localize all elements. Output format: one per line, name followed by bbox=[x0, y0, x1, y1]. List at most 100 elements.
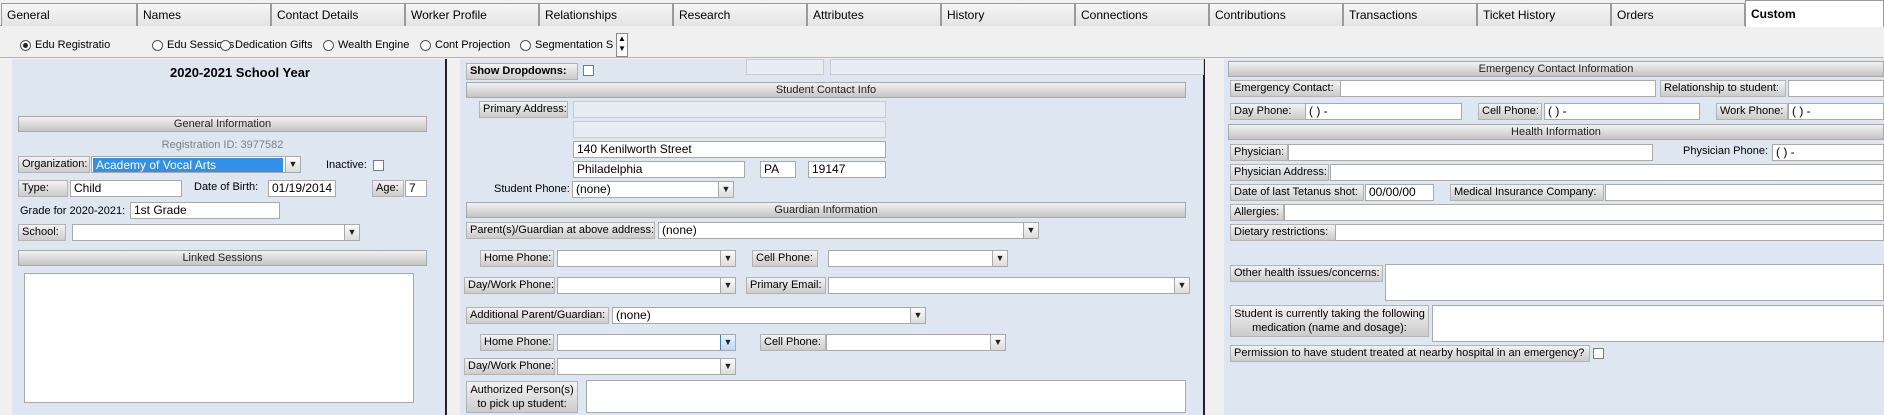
parent-guardian-select[interactable]: (none) ▼ bbox=[658, 222, 1039, 239]
tab-contributions[interactable]: Contributions bbox=[1209, 3, 1343, 26]
parent-guardian-value: (none) bbox=[662, 223, 697, 237]
tab-ticket-history[interactable]: Ticket History bbox=[1477, 3, 1611, 26]
parent-guardian-label: Parent(s)/Guardian at above address: bbox=[466, 222, 655, 239]
insurance-field[interactable] bbox=[1605, 184, 1884, 201]
health-info-header: Health Information bbox=[1228, 124, 1884, 140]
radio-icon bbox=[520, 39, 531, 51]
tab-custom[interactable]: Custom bbox=[1745, 0, 1884, 27]
allergies-field[interactable] bbox=[1284, 204, 1884, 221]
additional-guardian-select[interactable]: (none) ▼ bbox=[612, 307, 926, 324]
physician-address-field[interactable] bbox=[1330, 164, 1884, 181]
subtab-edu-registration[interactable]: Edu Registratio bbox=[20, 37, 148, 53]
allergies-label: Allergies: bbox=[1230, 204, 1284, 221]
tab-connections[interactable]: Connections bbox=[1075, 3, 1209, 26]
address-line-2[interactable] bbox=[573, 121, 886, 138]
top-field-1 bbox=[746, 59, 824, 75]
tab-history[interactable]: History bbox=[941, 3, 1075, 26]
tab-orders[interactable]: Orders bbox=[1611, 3, 1745, 26]
student-phone-select[interactable]: (none) ▼ bbox=[572, 181, 734, 198]
cell-phone-label: Cell Phone: bbox=[752, 250, 818, 267]
subtab-wealth-engine[interactable]: Wealth Engine bbox=[323, 37, 409, 53]
student-contact-header: Student Contact Info bbox=[466, 82, 1186, 98]
zip-field[interactable]: 19147 bbox=[808, 161, 886, 178]
tetanus-field[interactable]: 00/00/00 bbox=[1365, 184, 1434, 201]
student-phone-value: (none) bbox=[576, 182, 611, 196]
subtab-label: Cont Projection bbox=[435, 39, 511, 51]
subtab-cont-projection[interactable]: Cont Projection bbox=[420, 37, 516, 53]
tab-worker-profile[interactable]: Worker Profile bbox=[405, 3, 539, 26]
type-field[interactable]: Child bbox=[70, 180, 182, 197]
cell-phone-select[interactable]: ▼ bbox=[828, 250, 1008, 267]
home-phone-label: Home Phone: bbox=[480, 250, 554, 267]
cell-phone-right-field[interactable]: ( ) - bbox=[1544, 103, 1700, 120]
top-field-2 bbox=[830, 59, 1204, 75]
day-phone-field[interactable]: ( ) - bbox=[1305, 103, 1462, 120]
authorized-label-line-2: to pick up student: bbox=[477, 398, 567, 410]
dietary-label: Dietary restrictions: bbox=[1230, 224, 1336, 241]
chevron-down-icon: ▼ bbox=[720, 359, 735, 374]
emergency-contact-field[interactable] bbox=[1340, 80, 1656, 97]
authorized-label-line-1: Authorized Person(s) bbox=[470, 384, 574, 396]
address-line-3[interactable]: 140 Kenilworth Street bbox=[573, 141, 886, 158]
daywork-phone-select[interactable]: ▼ bbox=[557, 277, 736, 294]
organization-select[interactable]: Academy of Vocal Arts ▼ bbox=[91, 156, 301, 173]
school-year-title: 2020-2021 School Year bbox=[170, 65, 310, 80]
tab-contact-details[interactable]: Contact Details bbox=[271, 3, 405, 26]
school-select[interactable]: ▼ bbox=[72, 224, 360, 241]
tab-transactions[interactable]: Transactions bbox=[1343, 3, 1477, 26]
home-phone-select[interactable]: ▼ bbox=[557, 250, 736, 267]
authorized-persons-field[interactable] bbox=[586, 380, 1186, 413]
additional-guardian-label: Additional Parent/Guardian: bbox=[466, 307, 609, 324]
physician-field[interactable] bbox=[1288, 144, 1653, 161]
student-phone-label: Student Phone: bbox=[494, 183, 570, 195]
subtab-segmentation[interactable]: Segmentation S bbox=[520, 37, 614, 53]
tab-general[interactable]: General bbox=[1, 3, 137, 26]
linked-sessions-header: Linked Sessions bbox=[18, 250, 427, 266]
dob-field[interactable]: 01/19/2014 bbox=[268, 180, 336, 197]
tab-names[interactable]: Names bbox=[137, 3, 271, 26]
left-divider bbox=[445, 59, 447, 415]
primary-email-select[interactable]: ▼ bbox=[828, 277, 1190, 294]
cell-phone-right-label: Cell Phone: bbox=[1478, 103, 1542, 120]
relationship-field[interactable] bbox=[1788, 80, 1884, 97]
tab-relationships[interactable]: Relationships bbox=[539, 3, 673, 26]
inactive-checkbox[interactable] bbox=[373, 160, 384, 171]
day-phone-label: Day Phone: bbox=[1230, 103, 1306, 120]
medication-field[interactable] bbox=[1432, 305, 1884, 342]
subtab-label: Dedication Gifts bbox=[235, 39, 312, 51]
dietary-field[interactable] bbox=[1335, 224, 1884, 241]
grade-field[interactable]: 1st Grade bbox=[130, 202, 280, 219]
medication-label-line-2: medication (name and dosage): bbox=[1252, 322, 1407, 334]
city-field[interactable]: Philadelphia bbox=[573, 161, 745, 178]
permission-checkbox[interactable] bbox=[1593, 348, 1604, 359]
subtab-scroll-arrows-icon[interactable]: ▲ ▼ bbox=[616, 33, 628, 57]
chevron-down-icon: ▼ bbox=[344, 225, 359, 240]
chevron-down-icon: ▼ bbox=[720, 335, 735, 350]
daywork-phone-2-select[interactable]: ▼ bbox=[557, 358, 736, 375]
chevron-down-icon: ▼ bbox=[990, 335, 1005, 350]
home-phone-2-select[interactable]: ▼ bbox=[557, 334, 736, 351]
authorized-persons-label: Authorized Person(s) to pick up student: bbox=[466, 381, 578, 413]
work-phone-field[interactable]: ( ) - bbox=[1788, 103, 1884, 120]
radio-icon bbox=[323, 39, 334, 51]
emergency-contact-label: Emergency Contact: bbox=[1230, 80, 1341, 97]
grade-label: Grade for 2020-2021: bbox=[20, 205, 126, 217]
age-field[interactable]: 7 bbox=[405, 180, 427, 197]
state-field[interactable]: PA bbox=[760, 161, 796, 178]
other-health-field[interactable] bbox=[1385, 264, 1884, 301]
tab-research[interactable]: Research bbox=[673, 3, 807, 26]
tetanus-label: Date of last Tetanus shot: bbox=[1230, 184, 1364, 201]
address-line-1[interactable] bbox=[573, 101, 886, 118]
radio-selected-icon bbox=[20, 39, 31, 51]
daywork-phone-label: Day/Work Phone: bbox=[464, 277, 555, 294]
cell-phone-2-select[interactable]: ▼ bbox=[826, 334, 1006, 351]
organization-value: Academy of Vocal Arts bbox=[93, 158, 283, 172]
tab-attributes[interactable]: Attributes bbox=[807, 3, 941, 26]
linked-sessions-list[interactable] bbox=[24, 273, 414, 403]
physician-phone-field[interactable]: ( ) - bbox=[1772, 144, 1884, 161]
radio-icon bbox=[220, 39, 231, 51]
tab-bar: General Names Contact Details Worker Pro… bbox=[0, 0, 1884, 27]
medication-label-line-1: Student is currently taking the followin… bbox=[1234, 308, 1425, 320]
subtab-dedication-gifts[interactable]: Dedication Gifts bbox=[220, 37, 312, 53]
show-dropdowns-checkbox[interactable] bbox=[583, 65, 594, 76]
